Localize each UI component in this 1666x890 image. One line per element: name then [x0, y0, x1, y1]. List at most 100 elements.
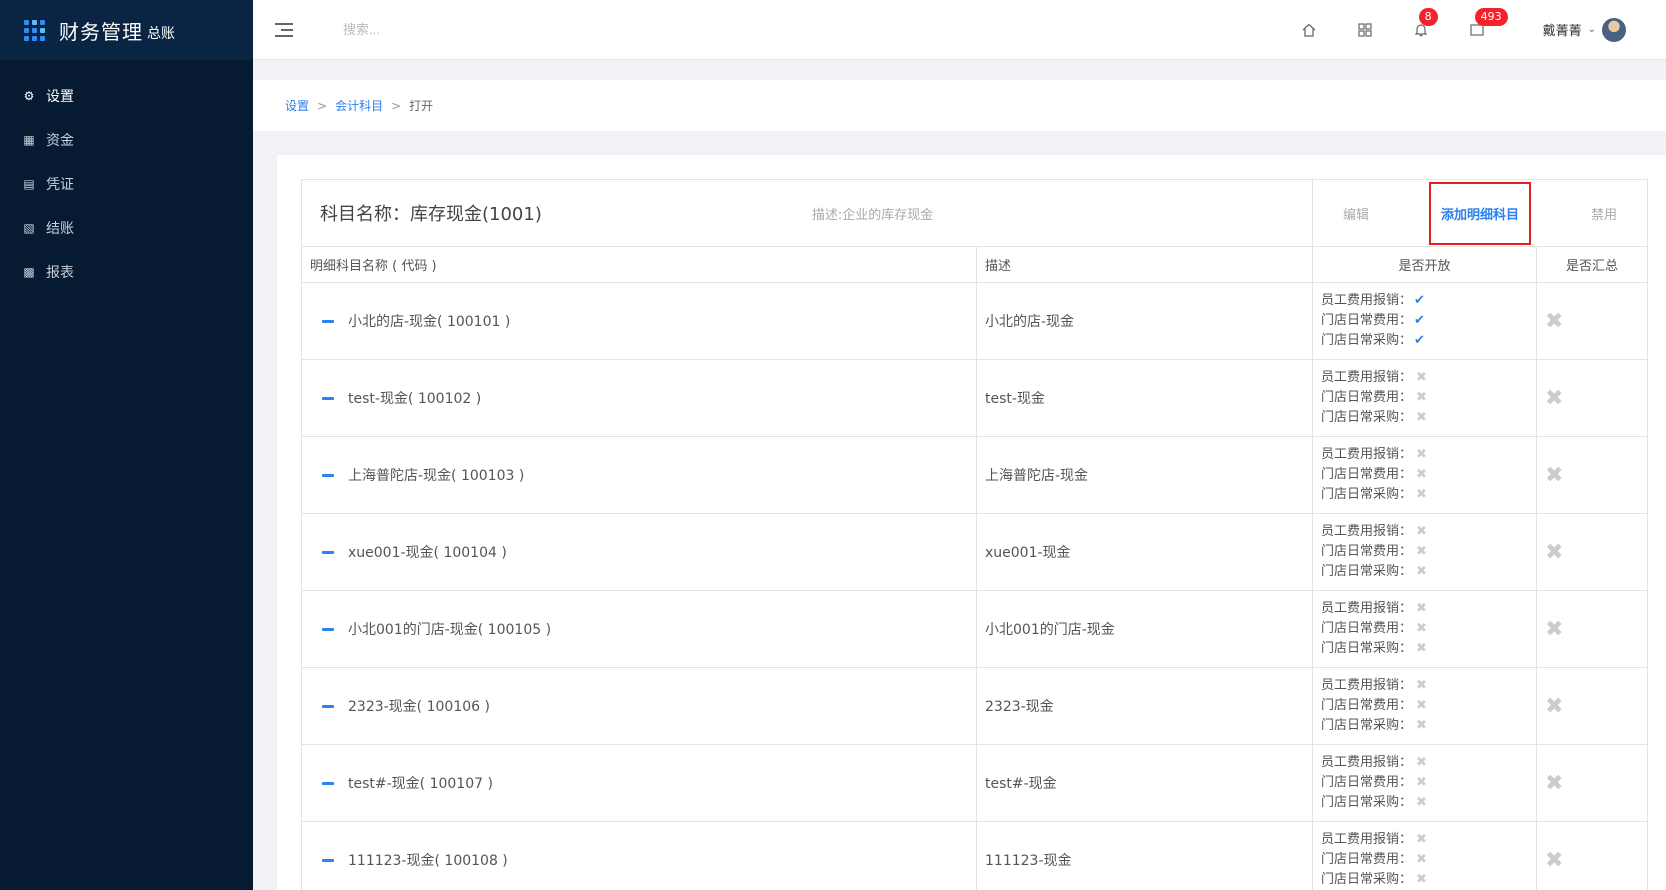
search-input[interactable] — [343, 22, 643, 37]
apps-grid-icon[interactable] — [24, 19, 45, 41]
account-panel: 科目名称：库存现金(1001) 描述:企业的库存现金 编辑 添加明细科目 禁用 … — [301, 179, 1648, 890]
bell-icon[interactable]: 8 — [1411, 7, 1438, 40]
close-icon[interactable]: ✖ — [1416, 522, 1427, 542]
close-icon[interactable]: ✖ — [1416, 830, 1427, 850]
summary-close-icon[interactable]: ✖ — [1545, 771, 1563, 796]
sidebar-item-1[interactable]: ▦ 资金 — [0, 118, 253, 162]
open-flag: 门店日常费用： ✖ — [1321, 850, 1427, 870]
message-icon[interactable]: 493 — [1467, 7, 1508, 40]
sidebar-item-0[interactable]: ⚙ 设置 — [0, 74, 253, 118]
close-icon[interactable]: ✖ — [1416, 445, 1427, 465]
close-icon[interactable]: ✖ — [1416, 716, 1427, 736]
sidebar-item-label: 设置 — [46, 89, 74, 105]
col-desc: 描述 — [976, 247, 1312, 282]
table-body: 小北的店-现金( 100101 ) 小北的店-现金 员工费用报销： ✔ 门店日常费用： ✔… — [302, 283, 1647, 890]
user-name: 戴菁菁 — [1542, 24, 1582, 39]
home-icon[interactable] — [1299, 20, 1319, 40]
check-icon[interactable]: ✔ — [1414, 291, 1425, 311]
close-icon[interactable]: ✖ — [1416, 408, 1427, 428]
collapse-icon[interactable] — [322, 550, 334, 554]
check-icon[interactable]: ✔ — [1414, 331, 1425, 351]
detail-account-desc: 小北的店-现金 — [985, 314, 1075, 330]
sidebar-item-3[interactable]: ▧ 结账 — [0, 206, 253, 250]
open-flag: 员工费用报销： ✖ — [1321, 830, 1427, 850]
detail-account-name: xue001-现金( 100104 ) — [348, 545, 507, 561]
summary-close-icon[interactable]: ✖ — [1545, 463, 1563, 488]
detail-account-name: 上海普陀店-现金( 100103 ) — [348, 468, 525, 484]
collapse-icon[interactable] — [322, 473, 334, 477]
table-header: 明细科目名称 ( 代码 ) 描述 是否开放 是否汇总 — [302, 247, 1647, 283]
avatar[interactable] — [1602, 17, 1626, 42]
open-flag: 门店日常采购： ✖ — [1321, 793, 1427, 813]
panel-header: 科目名称：库存现金(1001) 描述:企业的库存现金 编辑 添加明细科目 禁用 — [302, 180, 1647, 247]
user-menu[interactable]: 戴菁菁 ⌄ — [1542, 17, 1626, 42]
close-icon[interactable]: ✖ — [1416, 542, 1427, 562]
close-icon[interactable]: ✖ — [1416, 388, 1427, 408]
disable-button[interactable]: 禁用 — [1591, 204, 1617, 223]
close-icon[interactable]: ✖ — [1416, 368, 1427, 388]
gear-icon: ⚙ — [23, 89, 35, 103]
detail-account-name: 111123-现金( 100108 ) — [348, 853, 508, 869]
open-flag: 员工费用报销： ✖ — [1321, 599, 1427, 619]
close-icon[interactable]: ✖ — [1416, 599, 1427, 619]
main-content: 科目名称：库存现金(1001) 描述:企业的库存现金 编辑 添加明细科目 禁用 … — [277, 155, 1666, 890]
close-icon[interactable]: ✖ — [1416, 562, 1427, 582]
apps-icon[interactable] — [1355, 20, 1375, 40]
close-icon[interactable]: ✖ — [1416, 793, 1427, 813]
open-flag: 门店日常采购： ✖ — [1321, 485, 1427, 505]
table-row: test#-现金( 100107 ) test#-现金 员工费用报销： ✖ 门店日常费用… — [302, 745, 1647, 822]
flag-label: 门店日常费用： — [1321, 313, 1413, 328]
subject-title: 科目名称：库存现金(1001) — [320, 204, 542, 225]
add-detail-account-button[interactable]: 添加明细科目 — [1428, 181, 1531, 245]
check-icon[interactable]: ✔ — [1414, 311, 1425, 331]
close-icon[interactable]: ✖ — [1416, 485, 1427, 505]
close-icon[interactable]: ✖ — [1416, 773, 1427, 793]
close-icon[interactable]: ✖ — [1416, 850, 1427, 870]
table-row: 上海普陀店-现金( 100103 ) 上海普陀店-现金 员工费用报销： ✖ 门店日常费用… — [302, 437, 1647, 514]
close-icon[interactable]: ✖ — [1416, 465, 1427, 485]
open-flag: 门店日常费用： ✖ — [1321, 619, 1427, 639]
sidebar-item-4[interactable]: ▩ 报表 — [0, 250, 253, 294]
close-icon[interactable]: ✖ — [1416, 870, 1427, 890]
flag-label: 员工费用报销： — [1321, 447, 1413, 462]
open-flag: 门店日常费用： ✖ — [1321, 773, 1427, 793]
flag-label: 员工费用报销： — [1321, 755, 1413, 770]
detail-account-desc: test#-现金 — [985, 776, 1057, 792]
collapse-icon[interactable] — [322, 627, 334, 631]
summary-close-icon[interactable]: ✖ — [1545, 386, 1563, 411]
open-flag: 门店日常采购： ✖ — [1321, 716, 1427, 736]
checkout-icon: ▧ — [23, 221, 35, 235]
close-icon[interactable]: ✖ — [1416, 753, 1427, 773]
open-flag: 员工费用报销： ✖ — [1321, 368, 1427, 388]
close-icon[interactable]: ✖ — [1416, 619, 1427, 639]
summary-close-icon[interactable]: ✖ — [1545, 848, 1563, 873]
summary-close-icon[interactable]: ✖ — [1545, 617, 1563, 642]
flag-label: 员工费用报销： — [1321, 678, 1413, 693]
summary-close-icon[interactable]: ✖ — [1545, 540, 1563, 565]
breadcrumb-accounts[interactable]: 会计科目 — [335, 97, 383, 114]
close-icon[interactable]: ✖ — [1416, 696, 1427, 716]
close-icon[interactable]: ✖ — [1416, 639, 1427, 659]
sidebar-item-2[interactable]: ▤ 凭证 — [0, 162, 253, 206]
flag-label: 门店日常采购： — [1321, 641, 1413, 656]
open-flag: 门店日常费用： ✖ — [1321, 542, 1427, 562]
collapse-icon[interactable] — [322, 858, 334, 862]
breadcrumb-settings[interactable]: 设置 — [285, 97, 309, 114]
collapse-icon[interactable] — [322, 781, 334, 785]
detail-account-name: 小北的店-现金( 100101 ) — [348, 314, 511, 330]
menu-toggle-icon[interactable] — [275, 22, 295, 37]
collapse-icon[interactable] — [322, 704, 334, 708]
flag-label: 门店日常采购： — [1321, 333, 1413, 348]
detail-account-desc: 2323-现金 — [985, 699, 1054, 715]
col-summary: 是否汇总 — [1536, 247, 1647, 282]
close-icon[interactable]: ✖ — [1416, 676, 1427, 696]
edit-button[interactable]: 编辑 — [1343, 204, 1369, 223]
detail-account-desc: xue001-现金 — [985, 545, 1071, 561]
collapse-icon[interactable] — [322, 396, 334, 400]
summary-close-icon[interactable]: ✖ — [1545, 694, 1563, 719]
collapse-icon[interactable] — [322, 319, 334, 323]
open-flag: 门店日常费用： ✔ — [1321, 311, 1425, 331]
summary-close-icon[interactable]: ✖ — [1545, 309, 1563, 334]
open-flag: 员工费用报销： ✔ — [1321, 291, 1425, 311]
open-flag: 员工费用报销： ✖ — [1321, 445, 1427, 465]
